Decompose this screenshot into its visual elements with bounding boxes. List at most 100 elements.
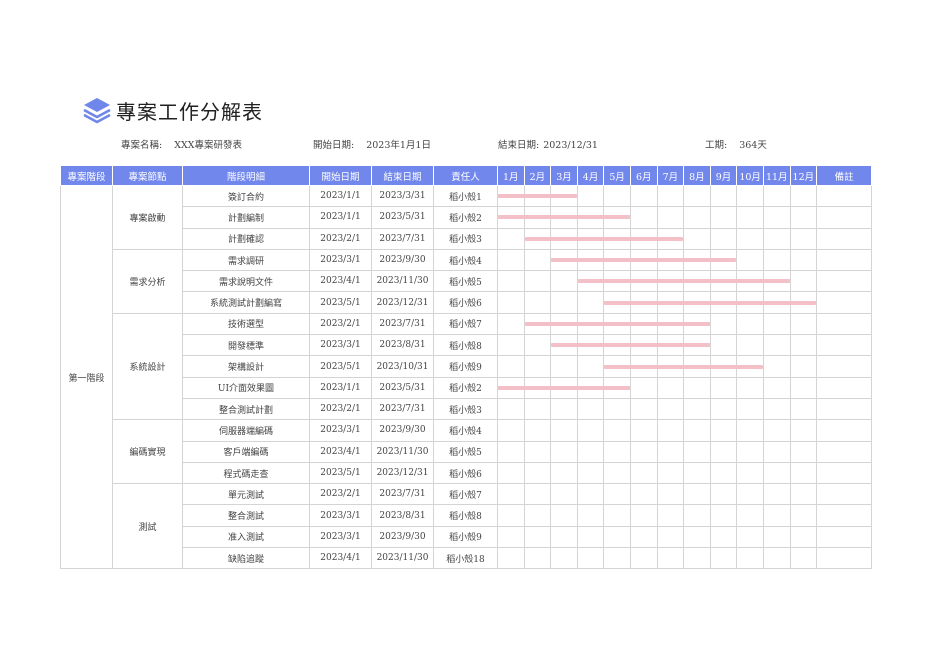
table-row: 系統設計 技術選型 2023/2/1 2023/7/31 稻小殼7	[61, 312, 873, 421]
month-cell	[576, 440, 605, 463]
month-cell	[629, 504, 658, 527]
month-cell	[709, 440, 738, 463]
table-row: 整合測試 2023/3/1 2023/8/31 稻小殼8	[61, 504, 873, 527]
column-header: 9月	[709, 165, 738, 186]
month-cell	[762, 483, 791, 506]
month-cell	[550, 483, 578, 506]
month-cell	[736, 206, 764, 229]
month-cell	[683, 248, 711, 272]
table-row: 需求說明文件 2023/4/1 2023/11/30 稻小殼5	[61, 270, 873, 293]
month-cell	[789, 312, 818, 336]
month-cell	[736, 334, 764, 357]
month-cell	[576, 227, 605, 250]
month-cell	[576, 270, 790, 293]
month-cell	[603, 206, 631, 229]
month-cell	[550, 440, 578, 463]
month-cell	[762, 504, 791, 527]
month-cell	[656, 525, 685, 549]
table-row: 第一階段 專案啟動 簽訂合約 2023/1/1 2023/3/31 稻小殼1	[60, 184, 873, 570]
month-cell	[497, 504, 525, 527]
column-header: 責任人	[433, 165, 498, 186]
detail-cell: 系統測試計劃編寫	[182, 291, 310, 314]
detail-cell: 程式碼走查	[182, 461, 310, 485]
month-cell	[656, 355, 685, 378]
month-cell	[762, 206, 791, 229]
detail-cell: 客戶端編碼	[182, 440, 310, 463]
month-cell	[736, 291, 764, 314]
month-cell	[656, 440, 685, 463]
month-cell	[497, 440, 525, 463]
note-cell	[816, 270, 873, 293]
month-cell	[576, 184, 605, 208]
start-date-cell: 2023/2/1	[309, 312, 372, 336]
month-cell	[629, 248, 658, 272]
end-date-cell: 2023/9/30	[371, 525, 434, 549]
table-row: UI介面效果圖 2023/1/1 2023/5/31 稻小殼2	[61, 376, 873, 399]
month-cell	[683, 547, 711, 570]
month-cell	[709, 334, 738, 357]
note-cell	[816, 291, 873, 314]
month-cell	[789, 376, 818, 399]
column-header: 11月	[762, 165, 791, 186]
month-cell	[656, 461, 685, 485]
month-cell	[736, 312, 764, 336]
detail-cell: 計劃編制	[182, 206, 310, 229]
table-row: 開發標準 2023/3/1 2023/8/31 稻小殼8	[61, 334, 873, 357]
month-cell	[550, 270, 578, 293]
month-cell	[656, 483, 685, 506]
month-cell	[789, 397, 818, 421]
month-cell	[736, 504, 764, 527]
month-cell	[629, 291, 658, 314]
wbs-table: 專案階段 專案節點 階段明細 開始日期 結束日期 責任人 1月 2月 3月 4月 5月 6月 7月 8月 9…	[60, 165, 873, 570]
node-cell: 專案啟動	[112, 185, 183, 250]
month-cell	[656, 206, 685, 229]
column-header: 12月	[789, 165, 818, 186]
month-cell	[789, 547, 818, 570]
month-cell	[550, 547, 578, 570]
owner-cell: 稻小殼5	[433, 270, 498, 293]
month-cell	[736, 547, 764, 570]
month-cell	[762, 334, 791, 357]
end-date-cell: 2023/11/30	[371, 440, 434, 463]
end-date-label: 結束日期:	[498, 140, 540, 151]
month-cell	[683, 461, 711, 485]
note-cell	[816, 547, 873, 570]
column-header: 專案節點	[112, 165, 183, 186]
month-cell	[656, 184, 685, 208]
month-cell	[629, 355, 658, 378]
start-date-cell: 2023/3/1	[309, 334, 372, 357]
month-cell	[762, 270, 791, 293]
detail-cell: 准入測試	[182, 525, 310, 549]
month-cell	[736, 184, 764, 208]
month-cell	[576, 461, 605, 485]
month-cell	[497, 376, 630, 399]
end-date-field: 結束日期: 2023/12/31	[498, 137, 598, 151]
month-cell	[550, 461, 578, 485]
month-cell	[683, 419, 711, 442]
month-cell	[709, 312, 738, 336]
note-cell	[816, 483, 873, 506]
month-cell	[497, 184, 577, 208]
column-header: 6月	[629, 165, 658, 186]
duration-value: 364天	[739, 140, 767, 151]
month-cell	[683, 397, 711, 421]
month-cell	[736, 376, 764, 399]
month-cell	[550, 312, 578, 336]
detail-cell: 缺陷追蹤	[182, 547, 310, 570]
month-cell	[629, 440, 658, 463]
owner-cell: 稻小殼8	[433, 504, 498, 527]
node-cell: 系統設計	[112, 312, 183, 421]
note-cell	[816, 397, 873, 421]
month-cell	[550, 334, 710, 357]
month-cell	[603, 440, 631, 463]
month-cell	[709, 419, 738, 442]
month-cell	[603, 461, 631, 485]
owner-cell: 稻小殼1	[433, 184, 498, 208]
note-cell	[816, 355, 873, 378]
detail-cell: UI介面效果圖	[182, 376, 310, 399]
note-cell	[816, 206, 873, 229]
start-date-cell: 2023/4/1	[309, 547, 372, 570]
month-cell	[523, 440, 552, 463]
month-cell	[629, 376, 658, 399]
start-date-cell: 2023/5/1	[309, 461, 372, 485]
